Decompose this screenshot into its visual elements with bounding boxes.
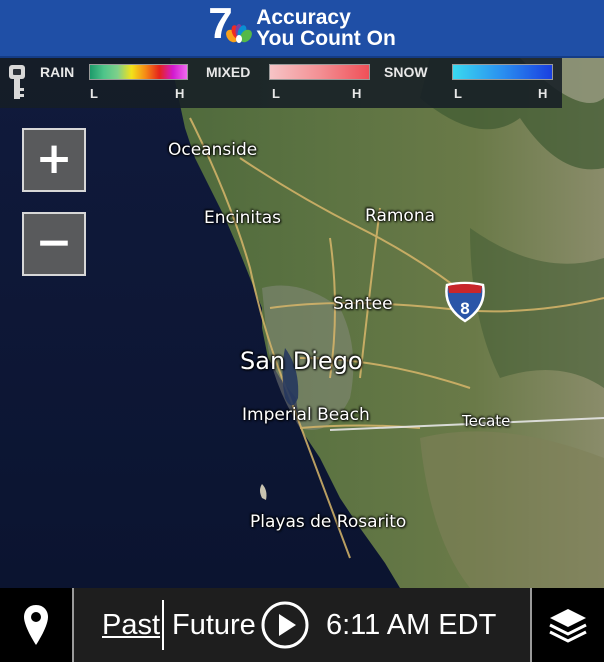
place-label-tecate: Tecate	[462, 412, 511, 430]
satellite-map-image	[0, 58, 604, 588]
interstate-number: 8	[460, 299, 469, 318]
legend-rain-bar	[89, 64, 188, 80]
weather-radar-app: 7 Accuracy You Count On 8 Oceanside Enci…	[0, 0, 604, 662]
legend-rain-label: RAIN	[40, 64, 75, 80]
place-label-oceanside: Oceanside	[168, 140, 258, 160]
layers-icon	[549, 609, 587, 643]
place-label-playas-de-rosarito: Playas de Rosarito	[250, 512, 407, 532]
layers-button[interactable]	[532, 588, 604, 662]
legend-mixed-label: MIXED	[206, 64, 251, 80]
zoom-out-button[interactable]: −	[22, 212, 86, 276]
place-label-san-diego: San Diego	[240, 347, 363, 375]
legend-snow-label: SNOW	[384, 64, 428, 80]
play-icon[interactable]	[260, 600, 310, 650]
legend-snow-low: L	[454, 86, 462, 101]
past-tab[interactable]: Past	[102, 610, 160, 640]
place-label-ramona: Ramona	[365, 206, 436, 226]
station-logo: 7 Accuracy You Count On	[208, 2, 396, 50]
place-label-imperial-beach: Imperial Beach	[242, 405, 370, 425]
future-tab[interactable]: Future	[172, 610, 256, 640]
tagline-line-2: You Count On	[256, 27, 396, 50]
legend-mixed-high: H	[352, 86, 362, 101]
location-pin-icon	[24, 605, 48, 645]
place-label-encinitas: Encinitas	[204, 208, 282, 228]
bottom-toolbar: Past Future 6:11 AM EDT	[0, 588, 604, 662]
tagline-line-1: Accuracy	[256, 6, 351, 29]
place-label-santee: Santee	[333, 294, 393, 314]
precip-legend: RAIN L H MIXED L H SNOW L H	[0, 58, 562, 108]
legend-mixed-low: L	[272, 86, 280, 101]
timeline-controls: Past Future 6:11 AM EDT	[74, 588, 532, 662]
app-header: 7 Accuracy You Count On	[0, 0, 604, 58]
radar-timestamp: 6:11 AM EDT	[326, 609, 497, 641]
past-future-divider	[162, 600, 164, 650]
radar-map[interactable]: 8 Oceanside Encinitas Ramona Santee San …	[0, 58, 604, 588]
interstate-8-shield-icon: 8	[445, 281, 485, 323]
peacock-icon	[226, 24, 253, 43]
nbc7-logo-icon: 7	[208, 2, 253, 50]
legend-mixed-bar	[269, 64, 370, 80]
zoom-in-button[interactable]: +	[22, 128, 86, 192]
legend-rain-high: H	[175, 86, 185, 101]
legend-snow-bar	[452, 64, 553, 80]
legend-rain-low: L	[90, 86, 98, 101]
tagline: Accuracy You Count On	[256, 7, 396, 49]
key-icon	[9, 65, 25, 99]
legend-snow-high: H	[538, 86, 548, 101]
location-button[interactable]	[0, 588, 72, 662]
